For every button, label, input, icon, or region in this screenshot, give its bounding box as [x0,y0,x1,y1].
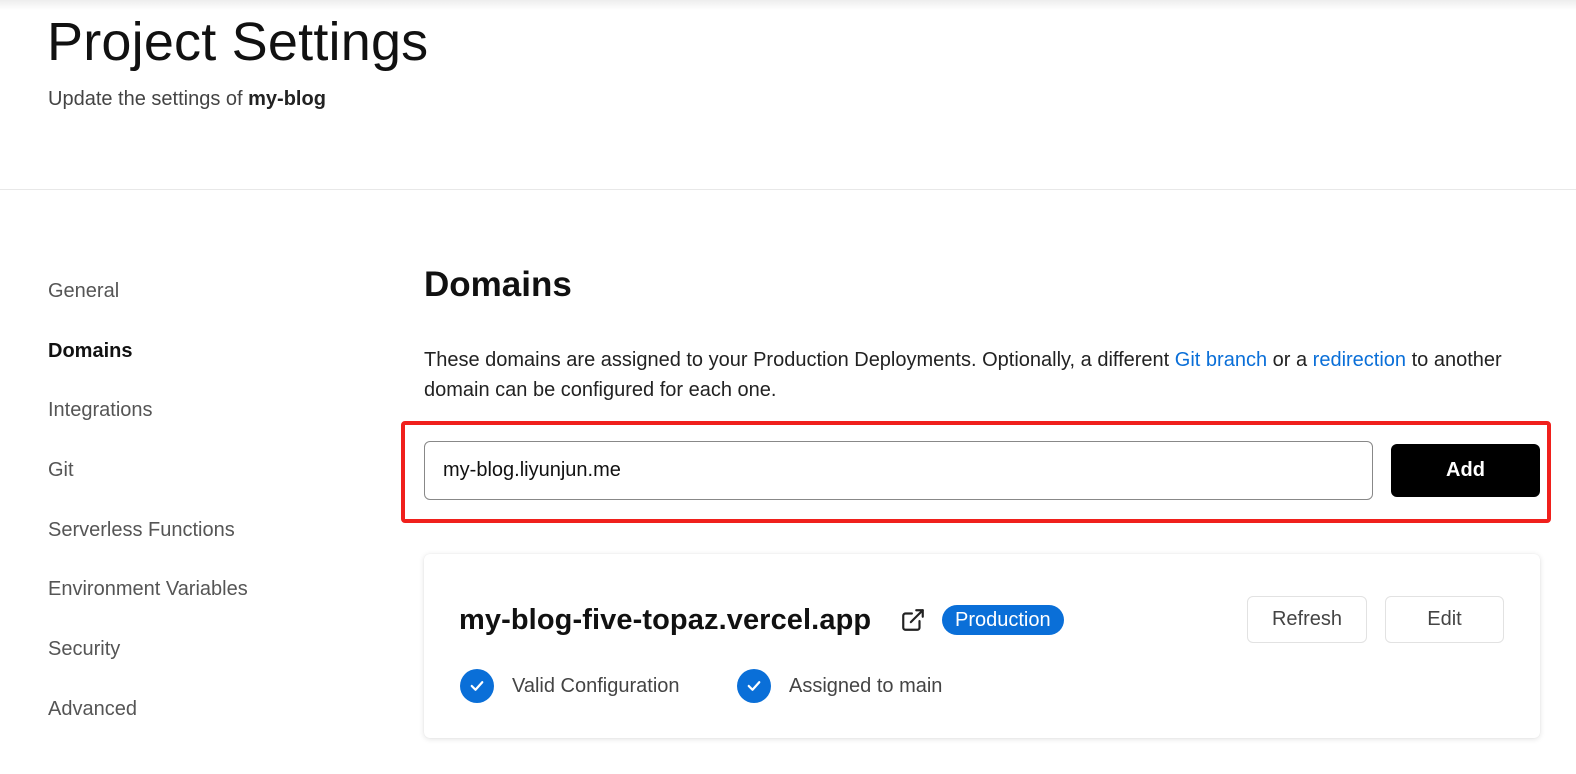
sidebar-item-environment-variables[interactable]: Environment Variables [48,568,348,628]
add-button[interactable]: Add [1391,444,1540,497]
refresh-button[interactable]: Refresh [1247,596,1367,643]
settings-sidebar: General Domains Integrations Git Serverl… [48,270,348,748]
sidebar-item-security[interactable]: Security [48,628,348,688]
description-text-1: These domains are assigned to your Produ… [424,349,1170,371]
check-circle-icon [460,669,494,703]
status-valid-configuration: Valid Configuration [460,669,680,703]
redirection-link[interactable]: redirection [1313,349,1406,371]
domain-card: my-blog-five-topaz.vercel.app Production… [424,554,1540,738]
sidebar-item-serverless-functions[interactable]: Serverless Functions [48,509,348,569]
domain-name-link[interactable]: my-blog-five-topaz.vercel.app [459,602,871,638]
subtitle-prefix: Update the settings of [48,88,243,110]
section-title: Domains [424,265,572,304]
production-badge: Production [942,605,1064,635]
status-label: Valid Configuration [512,674,680,697]
check-circle-icon [737,669,771,703]
project-name: my-blog [248,88,326,110]
page-subtitle: Update the settings of my-blog [48,86,326,112]
description-text-2: or a [1272,349,1308,371]
top-shadow [0,0,1576,10]
git-branch-link[interactable]: Git branch [1175,349,1267,371]
sidebar-item-domains[interactable]: Domains [48,330,348,390]
edit-button[interactable]: Edit [1385,596,1504,643]
page-title: Project Settings [47,12,429,72]
status-assigned-branch: Assigned to main [737,669,942,703]
external-link-icon[interactable] [900,607,926,633]
sidebar-item-git[interactable]: Git [48,449,348,509]
header-divider [0,189,1576,190]
domain-input[interactable] [424,441,1373,500]
sidebar-item-advanced[interactable]: Advanced [48,688,348,748]
domains-description: These domains are assigned to your Produ… [424,345,1534,405]
sidebar-item-integrations[interactable]: Integrations [48,389,348,449]
sidebar-item-general[interactable]: General [48,270,348,330]
status-label: Assigned to main [789,674,943,697]
